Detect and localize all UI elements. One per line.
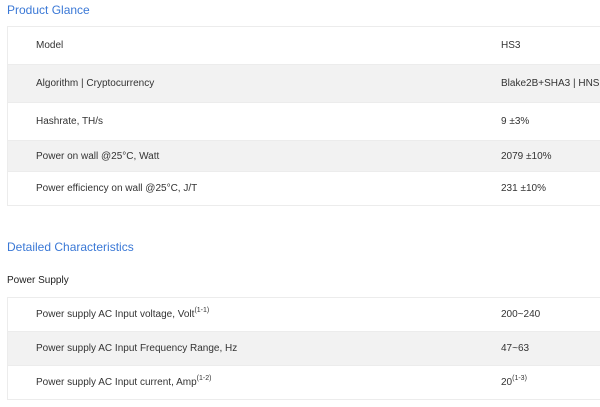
table-row: Power efficiency on wall @25°C, J/T 231 … xyxy=(8,172,600,206)
spec-label-text: Power supply AC Input voltage, Volt xyxy=(36,309,195,320)
table-row: Hashrate, TH/s 9 ±3% xyxy=(8,103,600,141)
spec-value: HS3 xyxy=(501,40,521,51)
spec-value: 2079 ±10% xyxy=(501,150,552,162)
spec-value-text: 47~63 xyxy=(501,343,530,354)
table-row: Model HS3 xyxy=(8,27,600,65)
spec-label: Power supply AC Input voltage, Volt(1-1) xyxy=(8,307,474,320)
product-glance-table: Model HS3 Algorithm | Cryptocurrency Bla… xyxy=(7,26,600,206)
spec-value-text: 20 xyxy=(501,377,513,388)
table-row: Power on wall @25°C, Watt 2079 ±10% xyxy=(8,141,600,172)
footnote-ref: (1-3) xyxy=(512,375,527,382)
spec-label: Power efficiency on wall @25°C, J/T xyxy=(36,183,198,194)
table-row: Power supply AC Input voltage, Volt(1-1)… xyxy=(8,298,600,332)
table-row: Power supply AC Input current, Amp(1-2) … xyxy=(8,366,600,400)
spec-value: 47~63 xyxy=(474,343,529,354)
table-row: Algorithm | Cryptocurrency Blake2B+SHA3 … xyxy=(8,65,600,103)
spec-label: Power supply AC Input current, Amp(1-2) xyxy=(8,375,474,388)
table-row: Power supply AC Input Frequency Range, H… xyxy=(8,332,600,366)
spec-label: Power on wall @25°C, Watt xyxy=(36,150,160,162)
spec-label: Model xyxy=(36,40,64,51)
detailed-characteristics-title: Detailed Characteristics xyxy=(7,240,134,254)
spec-value: 9 ±3% xyxy=(501,116,530,127)
power-supply-table: Power supply AC Input voltage, Volt(1-1)… xyxy=(7,297,600,400)
spec-value: 200~240 xyxy=(474,309,540,320)
footnote-ref: (1-1) xyxy=(194,307,210,314)
spec-value-text: 200~240 xyxy=(501,309,541,320)
spec-label: Power supply AC Input Frequency Range, H… xyxy=(8,343,474,354)
spec-value: 20(1-3) xyxy=(474,375,527,388)
product-glance-title: Product Glance xyxy=(7,3,90,17)
power-supply-heading: Power Supply xyxy=(7,275,69,286)
spec-value: 231 ±10% xyxy=(501,183,546,194)
spec-value: Blake2B+SHA3 | HNS xyxy=(501,78,600,89)
spec-label-text: Power supply AC Input current, Amp xyxy=(36,377,197,388)
spec-label-text: Power supply AC Input Frequency Range, H… xyxy=(36,343,238,354)
spec-label: Hashrate, TH/s xyxy=(36,116,104,127)
footnote-ref: (1-2) xyxy=(196,375,212,382)
spec-label: Algorithm | Cryptocurrency xyxy=(36,78,155,89)
